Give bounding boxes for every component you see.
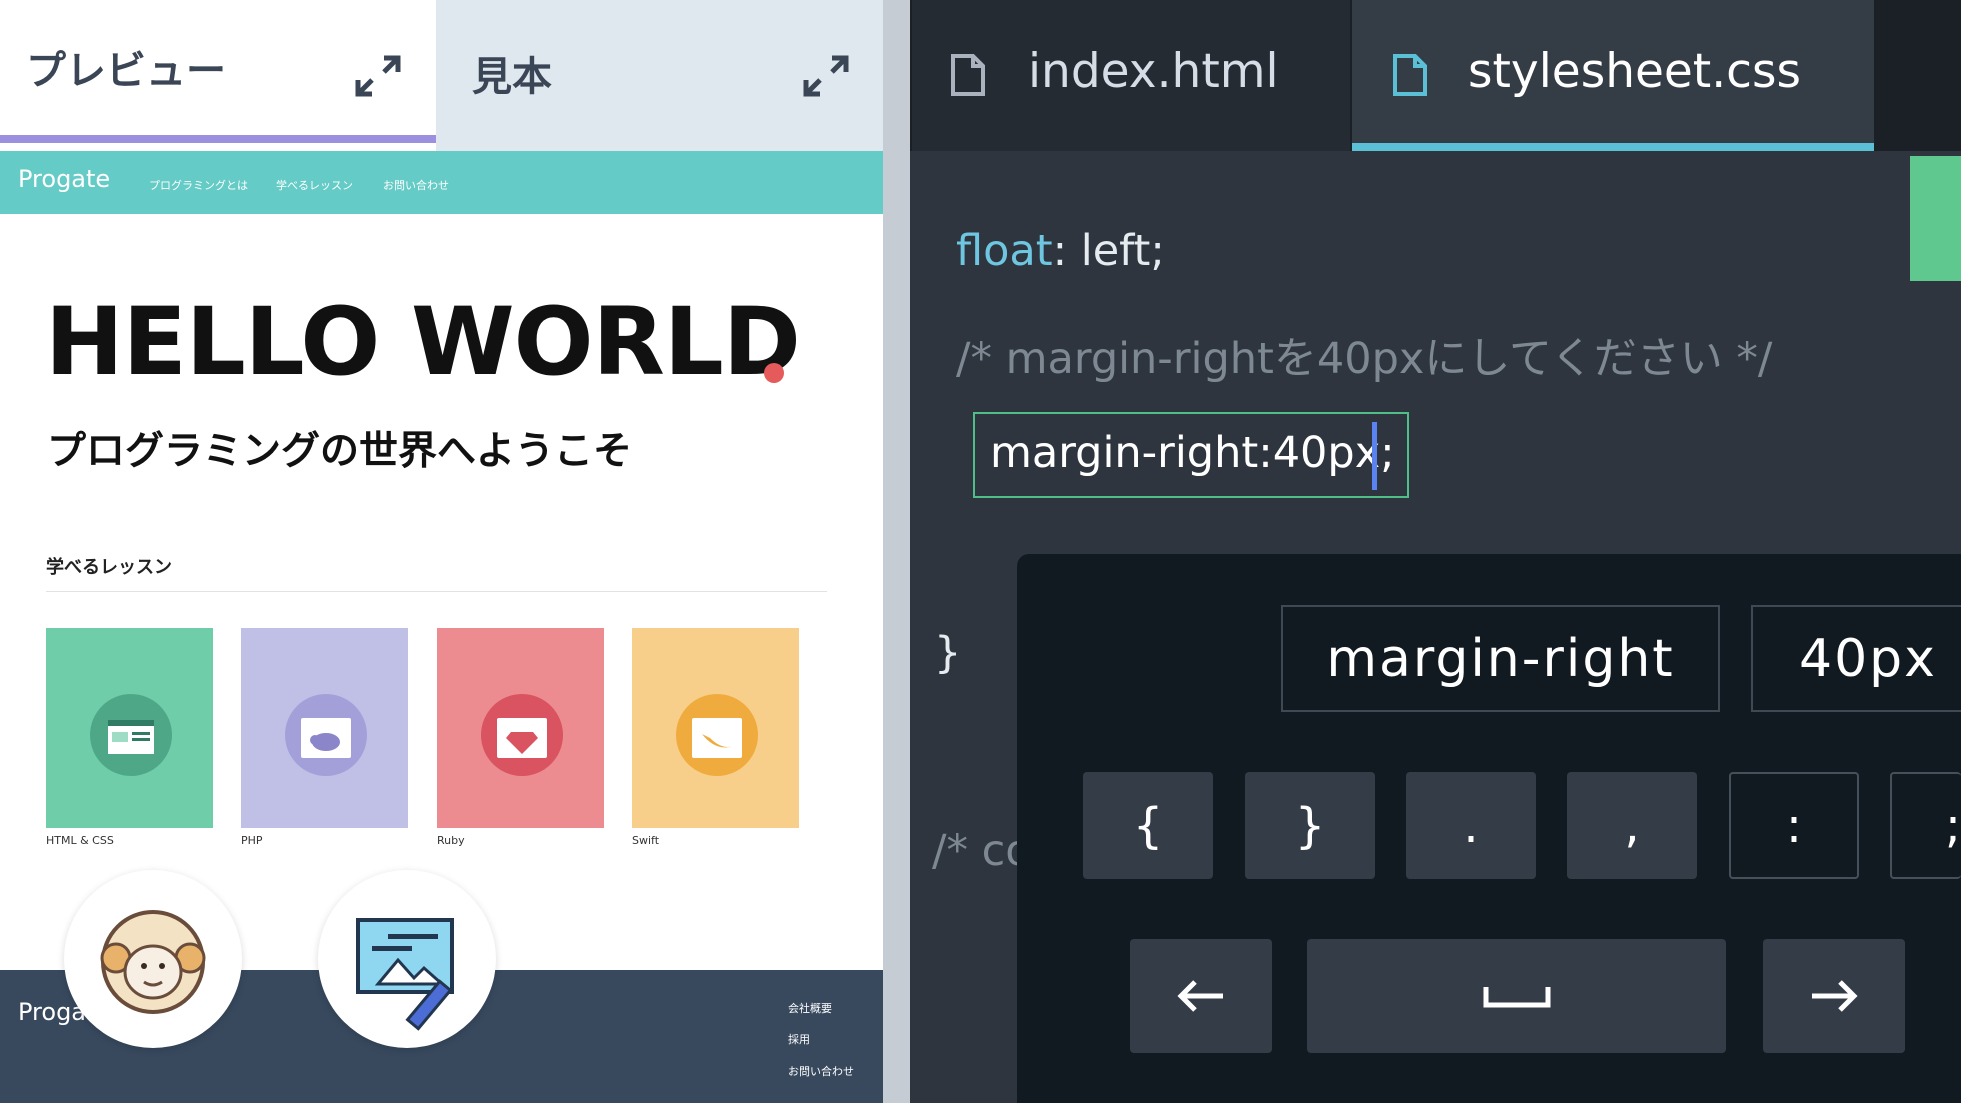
right-arrow-key[interactable]: [1763, 939, 1905, 1053]
right-arrow-icon: [1812, 980, 1858, 1012]
scroll-marker: [1910, 156, 1961, 281]
expand-icon[interactable]: [798, 48, 854, 104]
active-tab-underline: [1352, 143, 1874, 151]
design-tool-avatar: [318, 870, 496, 1048]
html-css-illustration-icon: [90, 694, 172, 776]
panel-divider[interactable]: [883, 0, 910, 1103]
lesson-label: HTML & CSS: [46, 834, 114, 847]
sheep-icon: [100, 910, 206, 1014]
code-line-float: float: left;: [956, 226, 1165, 276]
swift-bird-icon: [676, 694, 758, 776]
tab-sample-label: 見本: [472, 54, 552, 100]
ruby-gem-icon: [481, 694, 563, 776]
code-comment: /* margin-rightを40pxにしてください */: [956, 334, 1773, 384]
key-close-brace[interactable]: }: [1245, 772, 1375, 879]
expand-icon[interactable]: [350, 48, 406, 104]
tab-preview-label: プレビュー: [26, 48, 226, 94]
nav-link-contact[interactable]: お問い合わせ: [383, 177, 449, 193]
space-icon: [1483, 987, 1550, 1008]
lesson-card-html-css[interactable]: [46, 628, 213, 828]
css-value: : left;: [1052, 226, 1165, 276]
css-property: float: [956, 226, 1053, 276]
active-tab-underline: [0, 135, 436, 143]
suggestion-40px[interactable]: 40px: [1751, 605, 1961, 712]
sheep-mascot-avatar: [64, 870, 242, 1048]
divider: [46, 591, 827, 592]
site-logo[interactable]: Progate: [18, 165, 110, 193]
php-elephant-icon: [285, 694, 367, 776]
footer-link-contact[interactable]: お問い合わせ: [788, 1063, 854, 1079]
code-input-value: margin-right:40px;: [990, 428, 1395, 478]
left-arrow-icon: [1177, 980, 1223, 1012]
footer-link-careers[interactable]: 採用: [788, 1031, 810, 1047]
code-close-brace: }: [934, 628, 962, 678]
hero-dot: [764, 363, 784, 383]
tab-stylesheet-css-label: stylesheet.css: [1468, 44, 1801, 99]
hero-title: HELLO WORLD: [45, 288, 801, 397]
key-comma[interactable]: ,: [1567, 772, 1697, 879]
lesson-card-php[interactable]: [241, 628, 408, 828]
nav-link-lessons[interactable]: 学べるレッスン: [276, 177, 353, 193]
image-edit-icon: [356, 918, 454, 1031]
text-caret: [1372, 422, 1377, 490]
lesson-label: Swift: [632, 834, 660, 847]
left-arrow-key[interactable]: [1130, 939, 1272, 1053]
hero-subtitle: プログラミングの世界へようこそ: [47, 429, 633, 474]
nav-link-about-programming[interactable]: プログラミングとは: [149, 177, 248, 193]
key-open-brace[interactable]: {: [1083, 772, 1213, 879]
key-semicolon[interactable]: ;: [1890, 772, 1961, 879]
lessons-heading: 学べるレッスン: [46, 557, 172, 578]
lesson-card-ruby[interactable]: [437, 628, 604, 828]
key-period[interactable]: .: [1406, 772, 1536, 879]
lesson-card-swift[interactable]: [632, 628, 799, 828]
file-icon: [951, 54, 985, 96]
key-colon[interactable]: :: [1729, 772, 1859, 879]
file-icon: [1393, 54, 1427, 96]
space-key[interactable]: [1307, 939, 1726, 1053]
tab-index-html-label: index.html: [1028, 44, 1279, 99]
lesson-label: Ruby: [437, 834, 465, 847]
footer-link-company[interactable]: 会社概要: [788, 1000, 832, 1016]
lesson-label: PHP: [241, 834, 263, 847]
suggestion-margin-right[interactable]: margin-right: [1281, 605, 1720, 712]
